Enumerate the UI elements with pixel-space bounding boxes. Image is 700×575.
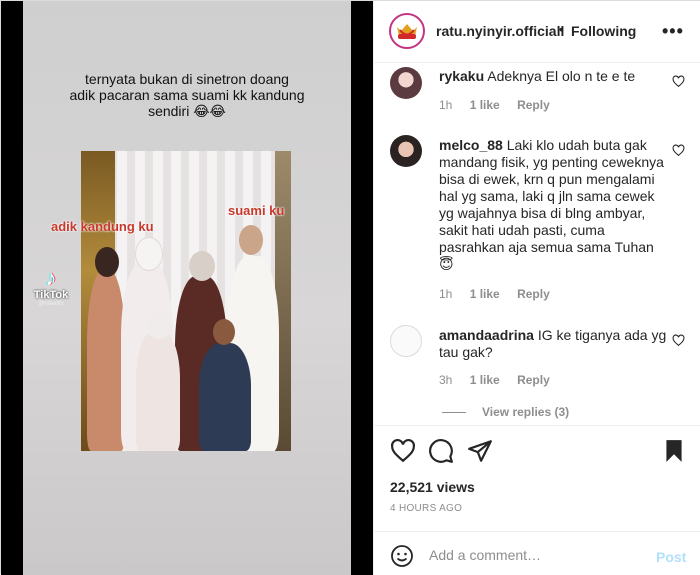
account-username[interactable]: ratu.nyinyir.officiall <box>436 23 564 39</box>
post-actions: 22,521 views 4 HOURS AGO <box>374 425 700 531</box>
video-caption: ternyata bukan di sinetron doang adik pa… <box>23 71 351 119</box>
label-adik-kandung: adik kandung ku <box>51 219 154 234</box>
comment-2-likes[interactable]: 1 like <box>470 287 500 301</box>
post-media[interactable]: ternyata bukan di sinetron doang adik pa… <box>1 1 373 575</box>
caption-line-2: adik pacaran sama suami kk kandung <box>69 87 305 103</box>
comment-1-username[interactable]: rykaku <box>439 68 484 84</box>
comment-3-username[interactable]: amandaadrina <box>439 327 534 343</box>
comment-3-heart-icon[interactable] <box>672 334 685 347</box>
tiktok-watermark: ♪ TikTok @rdeality <box>29 265 73 308</box>
comments-list[interactable]: rykaku Adeknya El olo n te e te 1h 1 lik… <box>374 63 700 425</box>
family-photo <box>81 151 291 451</box>
comment-avatar-rykaku[interactable] <box>390 67 422 99</box>
comment-1-likes[interactable]: 1 like <box>470 98 500 112</box>
comment-3-likes[interactable]: 1 like <box>470 373 500 387</box>
following-button[interactable]: Following <box>571 23 636 39</box>
comment-avatar-melco[interactable] <box>390 135 422 167</box>
crown-logo-icon <box>397 24 417 39</box>
account-avatar[interactable] <box>389 13 425 49</box>
tiktok-logo-icon: ♪ <box>45 265 57 290</box>
comment-2-time: 1h <box>439 287 453 301</box>
comment-1: rykaku Adeknya El olo n te e te <box>439 68 669 85</box>
comment-1-reply-button[interactable]: Reply <box>517 98 550 112</box>
share-send-icon[interactable] <box>467 438 493 464</box>
comment-2-reply-button[interactable]: Reply <box>517 287 550 301</box>
post-comment-button[interactable]: Post <box>656 549 686 565</box>
caption-line-1: ternyata bukan di sinetron doang <box>85 71 289 87</box>
comment-3-time: 3h <box>439 373 453 387</box>
more-options-icon[interactable]: ••• <box>662 21 684 42</box>
comment-3-meta: 3h 1 like Reply <box>439 373 564 387</box>
post-sidebar: ratu.nyinyir.officiall • Following ••• r… <box>373 1 700 575</box>
caption-line-3: sendiri 😂😂 <box>148 103 226 119</box>
comment-2: melco_88 Laki klo udah buta gak mandang … <box>439 137 669 273</box>
comment-3: amandaadrina IG ke tiganya ada yg tau ga… <box>439 327 669 361</box>
comment-avatar-amanda[interactable] <box>390 325 422 357</box>
add-comment-bar: Post <box>374 531 700 575</box>
view-count[interactable]: 22,521 views <box>390 479 475 495</box>
comment-2-heart-icon[interactable] <box>672 144 685 157</box>
comment-1-text: Adeknya El olo n te e te <box>487 68 636 84</box>
like-heart-icon[interactable] <box>390 438 416 464</box>
view-replies-label[interactable]: View replies (3) <box>482 405 569 419</box>
comment-1-meta: 1h 1 like Reply <box>439 98 564 112</box>
tiktok-wordmark: TikTok <box>33 289 69 301</box>
post-time-ago: 4 HOURS AGO <box>390 503 463 514</box>
video-frame: ternyata bukan di sinetron doang adik pa… <box>23 1 351 575</box>
emoji-smiley-icon[interactable] <box>390 544 414 568</box>
comment-bubble-icon[interactable] <box>428 438 454 464</box>
view-replies-line <box>442 412 466 414</box>
label-suami: suami ku <box>228 203 285 218</box>
comment-1-time: 1h <box>439 98 453 112</box>
post-header: ratu.nyinyir.officiall • Following ••• <box>374 1 700 63</box>
save-bookmark-icon[interactable] <box>661 438 687 464</box>
instagram-post-window: ternyata bukan di sinetron doang adik pa… <box>0 0 700 575</box>
comment-2-text: Laki klo udah buta gak mandang fisik, yg… <box>439 137 664 272</box>
comment-2-username[interactable]: melco_88 <box>439 137 503 153</box>
add-comment-input[interactable] <box>429 542 649 568</box>
comment-2-meta: 1h 1 like Reply <box>439 287 564 301</box>
view-replies-button[interactable]: View replies (3) <box>442 405 569 419</box>
header-separator: • <box>559 21 564 37</box>
comment-1-heart-icon[interactable] <box>672 75 685 88</box>
tiktok-handle: @rdeality <box>38 301 64 307</box>
comment-3-reply-button[interactable]: Reply <box>517 373 550 387</box>
